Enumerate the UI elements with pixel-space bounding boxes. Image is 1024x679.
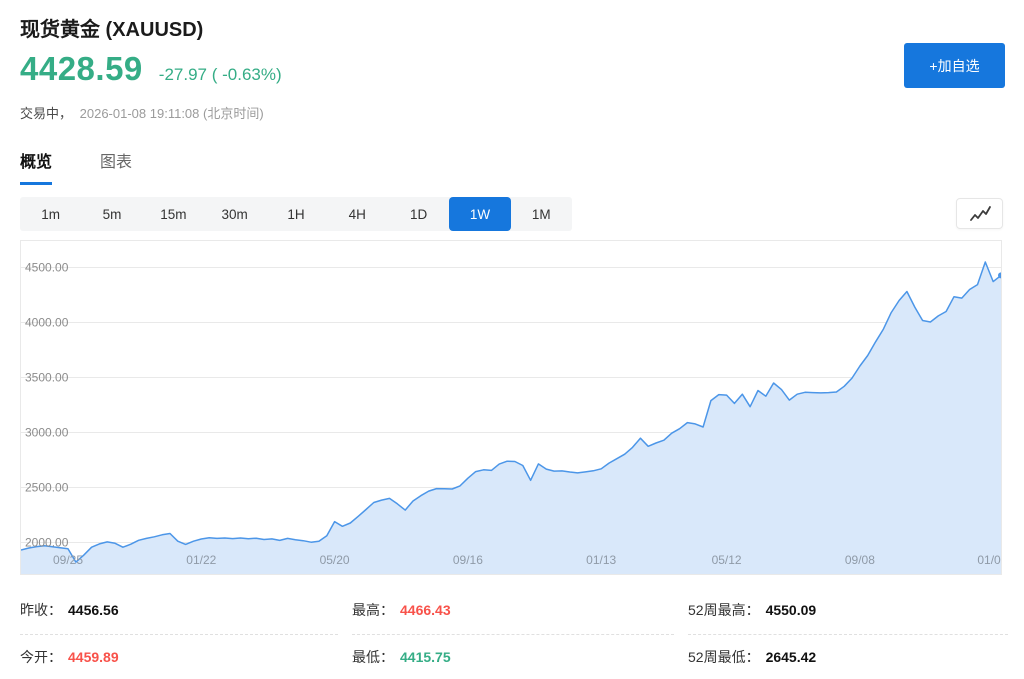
- range-button-15m[interactable]: 15m: [143, 197, 204, 231]
- x-axis-tick-label: 09/25: [53, 553, 83, 567]
- x-axis-tick-label: 01/05: [977, 553, 1001, 567]
- range-button-1D[interactable]: 1D: [388, 197, 449, 231]
- trading-status: 交易中， 2026-01-08 19:11:08 (北京时间): [20, 103, 264, 122]
- x-axis-tick-label: 01/22: [186, 553, 216, 567]
- range-button-1M[interactable]: 1M: [511, 197, 572, 231]
- y-axis-tick-label: 4000.00: [25, 316, 69, 330]
- price-change: -27.97 ( -0.63%): [159, 65, 282, 85]
- range-button-5m[interactable]: 5m: [81, 197, 142, 231]
- chart-area-fill: [21, 262, 1001, 574]
- x-axis-tick-label: 01/13: [586, 553, 616, 567]
- range-button-1m[interactable]: 1m: [20, 197, 81, 231]
- stat-value: 4459.89: [68, 649, 119, 665]
- trading-status-label: 交易中，: [20, 106, 72, 121]
- stat-cell-low: 最低： 4415.75: [352, 635, 674, 679]
- stat-label: 最高：: [352, 602, 394, 618]
- stat-value: 4466.43: [400, 602, 451, 618]
- y-axis-tick-label: 3500.00: [25, 371, 69, 385]
- range-switcher: 1m5m15m30m1H4H1D1W1M: [20, 197, 572, 231]
- range-button-30m[interactable]: 30m: [204, 197, 265, 231]
- stat-label: 52周最低：: [688, 649, 760, 665]
- stat-label: 52周最高：: [688, 602, 760, 618]
- stat-value: 4456.56: [68, 602, 119, 618]
- stat-label: 今开：: [20, 649, 62, 665]
- quote-page: 现货黄金 (XAUUSD) 4428.59 -27.97 ( -0.63%) 交…: [0, 0, 1024, 679]
- y-axis-tick-label: 4500.00: [25, 261, 69, 275]
- price-row: 4428.59 -27.97 ( -0.63%): [20, 50, 282, 88]
- stats-grid: 昨收： 4456.56 最高： 4466.43 52周最高： 4550.09 今开： 4…: [20, 588, 1008, 679]
- stat-cell-prev-close: 昨收： 4456.56: [20, 588, 338, 635]
- x-axis-tick-label: 05/12: [712, 553, 742, 567]
- stat-cell-52w-high: 52周最高： 4550.09: [688, 588, 1008, 635]
- x-axis-tick-label: 05/20: [320, 553, 350, 567]
- tab-bar: 概览 图表: [20, 148, 180, 185]
- stat-value: 2645.42: [766, 649, 817, 665]
- chart-style-button[interactable]: [956, 198, 1003, 229]
- stock-title: 现货黄金 (XAUUSD): [20, 13, 203, 42]
- x-axis-tick-label: 09/16: [453, 553, 483, 567]
- current-price: 4428.59: [20, 50, 143, 88]
- range-button-1H[interactable]: 1H: [265, 197, 326, 231]
- x-axis-tick-label: 09/08: [845, 553, 875, 567]
- tab-chart[interactable]: 图表: [100, 148, 132, 185]
- stat-cell-52w-low: 52周最低： 2645.42: [688, 635, 1008, 679]
- stat-cell-open: 今开： 4459.89: [20, 635, 338, 679]
- stat-label: 最低：: [352, 649, 394, 665]
- y-axis-tick-label: 3000.00: [25, 426, 69, 440]
- range-button-4H[interactable]: 4H: [327, 197, 388, 231]
- line-chart-icon: [968, 205, 992, 223]
- add-to-watchlist-button[interactable]: +加自选: [904, 43, 1005, 88]
- y-axis-tick-label: 2000.00: [25, 536, 69, 550]
- price-chart-svg[interactable]: 4500.00 4000.00 3500.00 3000.00 2500.00 2000.…: [21, 241, 1001, 574]
- y-axis-tick-label: 2500.00: [25, 481, 69, 495]
- range-button-1W[interactable]: 1W: [449, 197, 510, 231]
- stat-value: 4550.09: [766, 602, 817, 618]
- stat-value: 4415.75: [400, 649, 451, 665]
- price-chart: 4500.00 4000.00 3500.00 3000.00 2500.00 2000.…: [20, 240, 1002, 575]
- quote-timestamp: 2026-01-08 19:11:08 (北京时间): [80, 106, 264, 121]
- stat-cell-high: 最高： 4466.43: [352, 588, 674, 635]
- tab-overview[interactable]: 概览: [20, 148, 52, 185]
- stat-label: 昨收：: [20, 602, 62, 618]
